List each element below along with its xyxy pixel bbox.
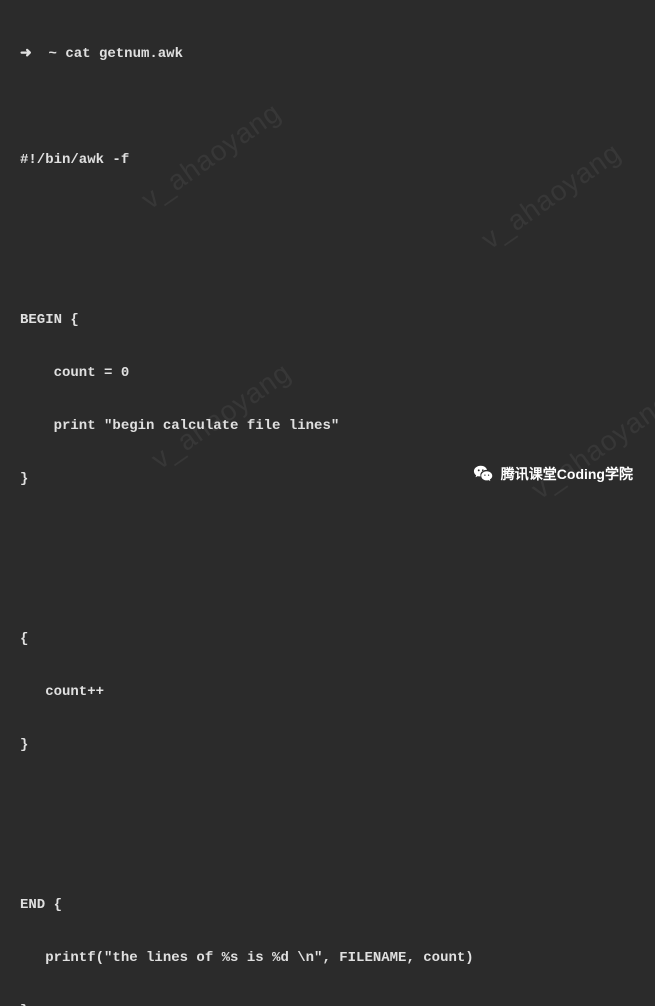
blank-line: [20, 200, 635, 227]
prompt-arrow: ➜: [20, 46, 40, 62]
code-end: END {: [20, 892, 635, 919]
wechat-icon: [473, 463, 495, 485]
prompt-line: ➜ ~ cat getnum.awk: [20, 41, 635, 68]
code-brace-open: {: [20, 626, 635, 653]
code-print: print "begin calculate file lines": [20, 413, 635, 440]
code-brace-close: }: [20, 998, 635, 1006]
code-begin: BEGIN {: [20, 307, 635, 334]
code-count-init: count = 0: [20, 360, 635, 387]
footer-label: 腾讯课堂Coding学院: [501, 464, 633, 484]
terminal-output: ➜ ~ cat getnum.awk #!/bin/awk -f BEGIN {…: [0, 0, 655, 1006]
footer-badge: 腾讯课堂Coding学院: [473, 463, 633, 485]
code-brace-close: }: [20, 732, 635, 759]
code-shebang: #!/bin/awk -f: [20, 147, 635, 174]
code-count-inc: count++: [20, 679, 635, 706]
blank-line: [20, 785, 635, 812]
blank-line: [20, 572, 635, 599]
command-text: cat getnum.awk: [65, 46, 183, 62]
blank-line: [20, 838, 635, 865]
code-printf: printf("the lines of %s is %d \n", FILEN…: [20, 945, 635, 972]
blank-line: [20, 253, 635, 280]
prompt-tilde: ~: [40, 46, 65, 62]
blank-line: [20, 519, 635, 546]
blank-line: [20, 94, 635, 121]
